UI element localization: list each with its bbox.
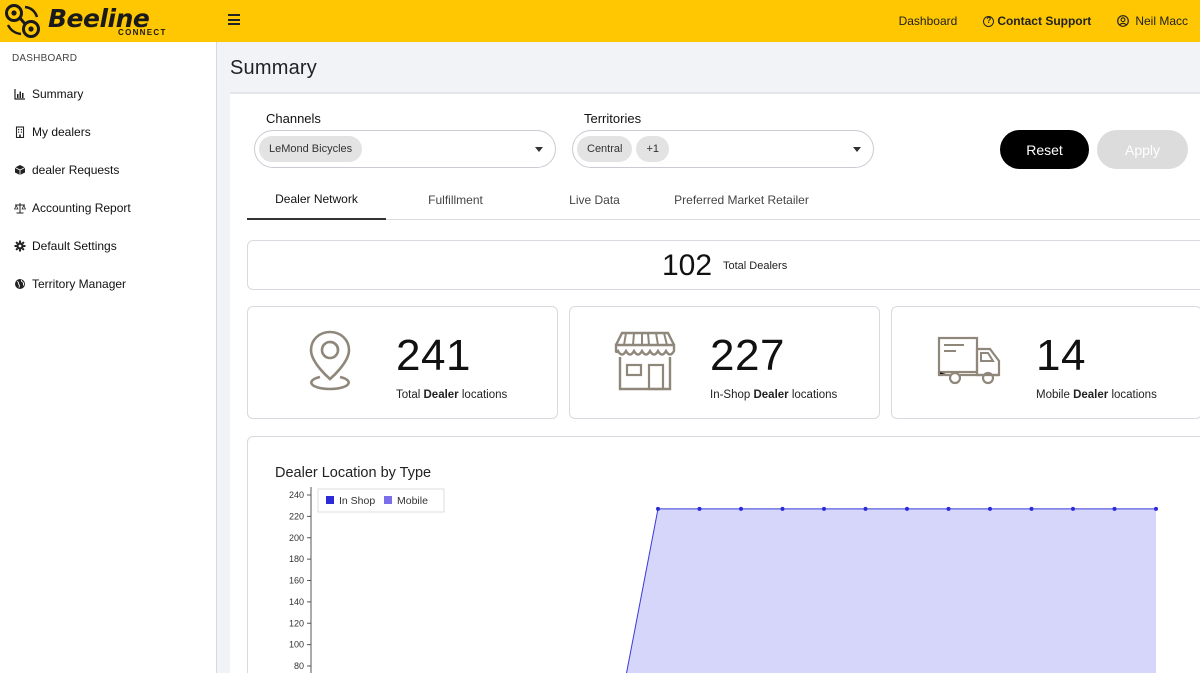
y-tick-label: 140 <box>289 597 304 607</box>
beeline-logo-icon <box>5 4 40 38</box>
sidebar-item-my-dealers[interactable]: My dealers <box>14 122 91 142</box>
y-tick-label: 180 <box>289 554 304 564</box>
contact-support-label: Contact Support <box>997 14 1092 28</box>
truck-icon <box>937 336 1001 385</box>
main-content: Channels LeMond Bicycles Territories Cen… <box>230 92 1200 673</box>
mobile-data-point <box>905 506 909 511</box>
y-tick-label: 200 <box>289 533 304 543</box>
y-tick-label: 120 <box>289 618 304 628</box>
mobile-locations-label: Mobile Dealer locations <box>1036 389 1157 401</box>
legend-mobile-swatch <box>384 496 392 504</box>
mobile-data-point <box>988 506 992 511</box>
mobile-data-point <box>1112 506 1117 511</box>
mobile-data-point <box>739 506 743 511</box>
apply-button[interactable]: Apply <box>1097 130 1188 169</box>
brand-logo[interactable]: Beeline CONNECT <box>4 3 173 39</box>
sidebar-item-label: Summary <box>32 87 84 101</box>
mobile-data-point <box>1154 506 1158 511</box>
tab-preferred-market-retailer[interactable]: Preferred Market Retailer <box>664 180 819 220</box>
sidebar-item-label: Territory Manager <box>32 277 127 291</box>
globe-icon <box>15 279 25 289</box>
mobile-data-point <box>697 506 702 511</box>
total-locations-label: Total Dealer locations <box>396 389 508 401</box>
territory-chip[interactable]: Central <box>577 136 633 162</box>
sidebar-item-dealer-requests[interactable]: dealer Requests <box>14 160 119 180</box>
building-icon <box>15 126 25 138</box>
user-name: Neil Macc <box>1135 14 1188 28</box>
sidebar-item-label: My dealers <box>32 125 91 139</box>
user-menu[interactable]: Neil Macc <box>1117 14 1188 28</box>
sidebar: DASHBOARD Summary My dealers dealer Requ… <box>0 42 217 673</box>
page-title: Summary <box>230 57 317 79</box>
channels-label: Channels <box>266 111 321 126</box>
mobile-area <box>626 508 1156 673</box>
contact-support-link[interactable]: ? Contact Support <box>983 14 1091 28</box>
sidebar-item-territory-manager[interactable]: Territory Manager <box>14 274 126 294</box>
sidebar-heading: DASHBOARD <box>12 53 78 64</box>
y-tick-label: 240 <box>289 490 304 500</box>
total-dealers-card: 102 Total Dealers <box>247 240 1200 290</box>
territory-more-chip[interactable]: +1 <box>636 136 670 162</box>
total-locations-value: 241 <box>396 331 471 380</box>
mobile-locations-card: 14 Mobile Dealer locations <box>891 306 1200 419</box>
reset-button[interactable]: Reset <box>1000 130 1089 169</box>
mobile-data-point <box>780 506 785 511</box>
mobile-locations-value: 14 <box>1036 331 1086 380</box>
mobile-data-point <box>1071 506 1075 511</box>
mobile-data-point <box>863 506 868 511</box>
menu-toggle-icon[interactable] <box>228 14 240 26</box>
y-tick-label: 220 <box>289 511 304 521</box>
channels-select[interactable]: LeMond Bicycles <box>254 130 556 168</box>
sidebar-item-accounting-report[interactable]: Accounting Report <box>14 198 131 218</box>
gear-icon <box>14 240 26 252</box>
y-tick-label: 160 <box>289 576 304 586</box>
bar-chart-icon <box>14 89 25 100</box>
scale-icon <box>14 203 26 214</box>
in-shop-locations-card: 227 In-Shop Dealer locations <box>569 306 880 419</box>
user-circle-icon <box>1117 15 1130 27</box>
map-pin-icon <box>309 330 351 391</box>
mobile-data-point <box>946 506 951 511</box>
territories-label: Territories <box>584 111 642 126</box>
top-bar: Beeline CONNECT Dashboard ? Contact Supp… <box>0 0 1200 42</box>
sidebar-item-summary[interactable]: Summary <box>14 84 83 104</box>
dealer-location-chart-card: Dealer Location by Type 80 100 120 140 160 18… <box>247 436 1200 673</box>
total-locations-card: 241 Total Dealer locations <box>247 306 558 419</box>
total-dealers-value: 102 <box>662 249 713 282</box>
territories-select[interactable]: Central +1 <box>572 130 874 168</box>
y-tick-label: 80 <box>294 661 304 671</box>
tab-bar: Dealer Network Fulfillment Live Data Pre… <box>247 180 1200 220</box>
legend-in-shop-label: In Shop <box>339 495 375 507</box>
mobile-data-point <box>656 506 660 511</box>
sidebar-item-label: Default Settings <box>32 239 117 253</box>
dealer-location-chart: 80 100 120 140 160 180 200 220 240 In Shop Mobile <box>289 487 1158 673</box>
total-dealers-label: Total Dealers <box>723 260 788 272</box>
help-circle-icon: ? <box>983 15 995 27</box>
tab-fulfillment[interactable]: Fulfillment <box>386 180 525 220</box>
legend-in-shop-swatch <box>326 496 334 504</box>
sidebar-item-default-settings[interactable]: Default Settings <box>14 236 117 256</box>
brand-subtitle: CONNECT <box>118 28 167 37</box>
box-icon <box>14 165 26 175</box>
storefront-icon <box>614 331 676 391</box>
in-shop-locations-label: In-Shop Dealer locations <box>710 389 838 401</box>
nav-dashboard-link[interactable]: Dashboard <box>899 14 958 28</box>
in-shop-locations-value: 227 <box>710 331 785 380</box>
legend-mobile-label: Mobile <box>397 495 428 507</box>
sidebar-item-label: Accounting Report <box>32 201 131 215</box>
mobile-data-point <box>1029 506 1034 511</box>
chevron-down-icon <box>535 147 543 152</box>
y-tick-label: 100 <box>289 640 304 650</box>
channel-chip[interactable]: LeMond Bicycles <box>259 136 363 162</box>
mobile-data-point <box>822 506 826 511</box>
tab-live-data[interactable]: Live Data <box>525 180 664 220</box>
chevron-down-icon <box>853 147 861 152</box>
sidebar-item-label: dealer Requests <box>32 163 120 177</box>
tab-dealer-network[interactable]: Dealer Network <box>247 180 386 220</box>
nav-dashboard-label: Dashboard <box>898 14 958 28</box>
